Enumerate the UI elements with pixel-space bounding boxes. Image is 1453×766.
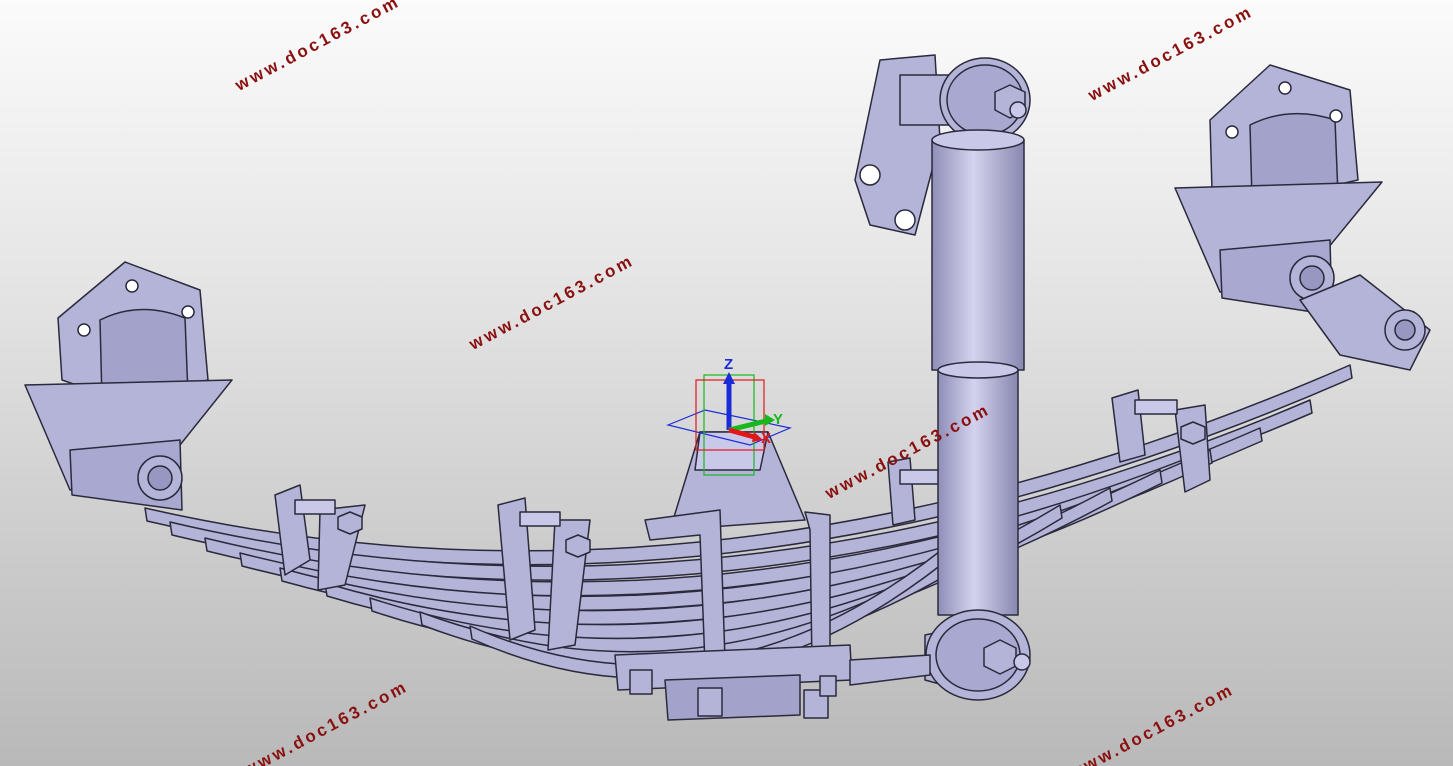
3d-viewport[interactable]: Z Y X www.doc163.com www.doc163.com www.… [0, 0, 1453, 766]
compass-z-arrow-icon [723, 372, 735, 384]
right-hanger-bracket [1174, 64, 1431, 371]
compass-x-label: X [761, 430, 771, 447]
compass-z-label: Z [724, 356, 733, 373]
compass-y-label: Y [773, 411, 783, 428]
left-hanger-bracket [24, 261, 233, 511]
leaf-spring-suspension-model[interactable]: Z Y X [0, 0, 1453, 766]
